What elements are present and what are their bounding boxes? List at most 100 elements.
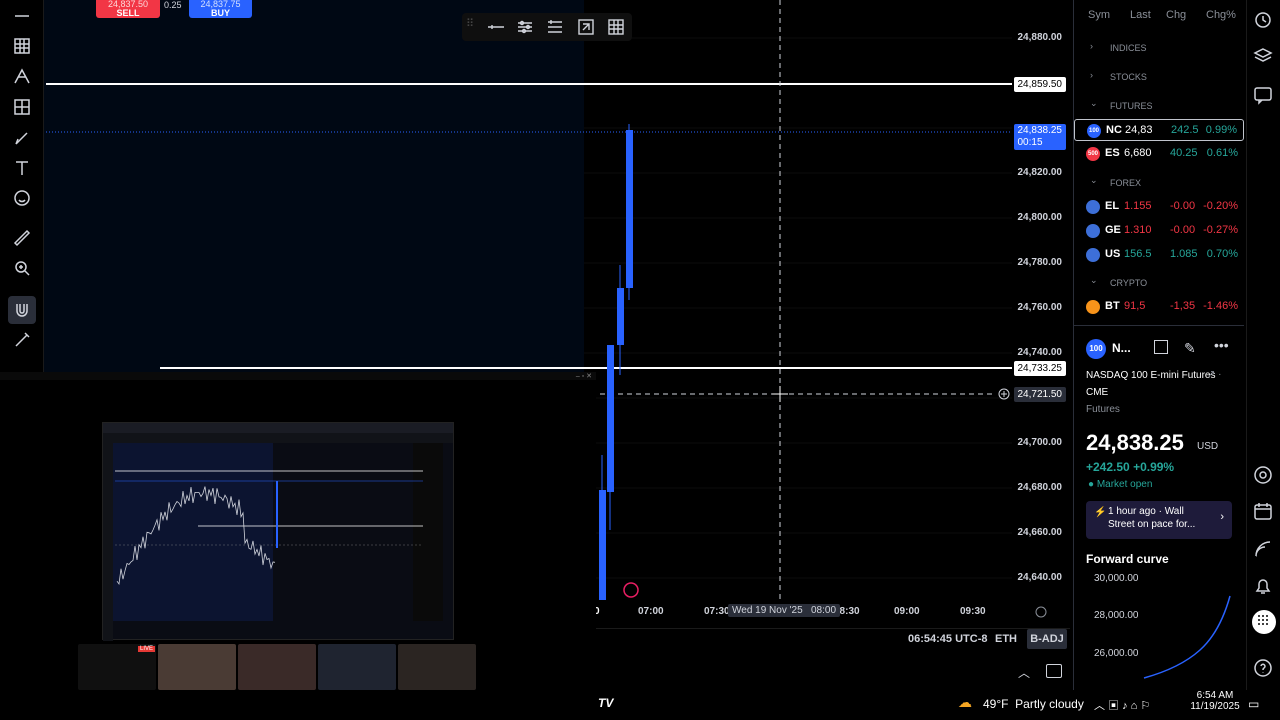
tradingview-logo-icon[interactable]: TV: [598, 696, 613, 710]
watchlist-row-es[interactable]: 500 ES 6,680 40.25 0.61%: [1074, 143, 1244, 165]
buy-price: 24,837.75: [200, 0, 241, 9]
watchlist-row-gbp[interactable]: GE 1.310 -0.00 -0.27%: [1074, 220, 1244, 242]
line-tool-icon[interactable]: [486, 17, 508, 37]
taskbar-clock[interactable]: 6:54 AM 11/19/2025: [1190, 690, 1240, 712]
weather-widget[interactable]: 49°F Partly cloudy: [983, 697, 1084, 711]
trendline-icon[interactable]: [8, 62, 36, 90]
section-forex[interactable]: FOREX: [1110, 178, 1141, 188]
list-icon[interactable]: [545, 17, 567, 37]
curve-tick: 30,000.00: [1094, 573, 1139, 584]
stream-overlay-window[interactable]: – ▫ ✕ LIVE: [0, 372, 596, 720]
ruler-icon[interactable]: [8, 224, 36, 252]
col-header-chg[interactable]: Chg: [1166, 9, 1186, 21]
chevron-down-icon[interactable]: ⌄: [1090, 98, 1098, 109]
menu-icon[interactable]: [8, 2, 36, 30]
more-icon[interactable]: •••: [1214, 337, 1229, 353]
tray-icons[interactable]: ︿ ▣ ♪ ⌂ ⚐: [1094, 697, 1150, 713]
text-icon[interactable]: [8, 154, 36, 182]
time-tick: 07:30: [704, 606, 730, 617]
live-thumbnail[interactable]: LIVE: [78, 644, 156, 690]
section-stocks[interactable]: STOCKS: [1110, 72, 1147, 82]
drag-handle-icon[interactable]: ⠿: [466, 17, 488, 37]
weather-icon[interactable]: ☁: [958, 694, 972, 711]
last-price-tail: 8.25: [1141, 430, 1184, 455]
camera-thumbnail[interactable]: [158, 644, 236, 690]
watchlist-row-usd[interactable]: US 156.5 1.085 0.70%: [1074, 244, 1244, 266]
grid-icon[interactable]: [606, 17, 628, 37]
watchlist-row-nq[interactable]: 100 NC 24,83 242.5 0.99%: [1074, 119, 1244, 141]
pattern-icon[interactable]: [8, 93, 36, 121]
alarm-clock-icon[interactable]: [1252, 8, 1276, 32]
window-controls-icon[interactable]: – ▫ ✕: [576, 372, 592, 380]
row-last: 91,5: [1124, 300, 1146, 312]
line-price-badge-upper: 24,859.50: [1013, 77, 1066, 92]
chat-icon[interactable]: [1252, 84, 1276, 108]
lock-drawing-icon[interactable]: [8, 326, 36, 354]
chevron-right-icon[interactable]: ›: [1090, 41, 1093, 51]
row-chg: -0.00: [1170, 224, 1196, 236]
crosshair-time: 08:00: [811, 605, 837, 616]
col-header-symbol[interactable]: Sym: [1088, 9, 1110, 21]
instrument-name[interactable]: NASDAQ 100 E-mini Futures: [1086, 370, 1216, 381]
time-tick: 07:00: [638, 606, 664, 617]
layout-icon[interactable]: [1154, 340, 1168, 354]
row-chg: -0.00: [1170, 200, 1196, 212]
watchlist-row-btc[interactable]: BT 91,5 -1,35 -1.46%: [1074, 296, 1244, 318]
last-price: 24,838.25: [1086, 430, 1184, 456]
section-futures[interactable]: FUTURES: [1110, 101, 1153, 111]
magnet-icon[interactable]: [8, 296, 36, 324]
news-separator: ·: [1158, 506, 1162, 517]
settings-sliders-icon[interactable]: [515, 17, 537, 37]
row-symbol: EL: [1105, 200, 1120, 212]
candle-body: [617, 288, 624, 345]
back-adjust-toggle[interactable]: B-ADJ: [1027, 629, 1067, 649]
flag-icon: [1086, 248, 1100, 262]
help-icon[interactable]: [1252, 657, 1276, 681]
symbol-logo-icon: 500: [1086, 147, 1100, 161]
sell-button[interactable]: 24,837.50 SELL: [96, 0, 160, 18]
price-tick: 24,640.00: [1017, 572, 1063, 583]
section-indices[interactable]: INDICES: [1110, 43, 1147, 53]
edit-icon[interactable]: ✎: [1184, 340, 1196, 357]
forward-curve-title[interactable]: Forward curve: [1086, 552, 1169, 566]
overlay-titlebar[interactable]: – ▫ ✕: [0, 372, 596, 380]
brush-icon[interactable]: [8, 124, 36, 152]
camera-thumbnail[interactable]: [318, 644, 396, 690]
chevron-down-icon[interactable]: ⌄: [1090, 275, 1098, 286]
details-symbol[interactable]: N...: [1112, 341, 1131, 355]
chevron-up-icon[interactable]: ︿: [1018, 664, 1030, 681]
emoji-icon[interactable]: [8, 184, 36, 212]
chevron-right-icon[interactable]: ›: [1090, 70, 1093, 80]
bell-icon[interactable]: [1252, 575, 1276, 599]
sell-label: SELL: [116, 8, 140, 18]
mini-chart-screenshot: [102, 422, 454, 641]
maximize-icon[interactable]: [1046, 664, 1062, 678]
layers-icon[interactable]: [1252, 46, 1276, 70]
apps-grid-icon[interactable]: [1252, 610, 1276, 634]
chevron-down-icon[interactable]: ⌄: [1090, 175, 1098, 186]
dividend-event-icon: [623, 582, 639, 598]
row-pct: 0.99%: [1205, 124, 1237, 136]
calendar-icon[interactable]: [1252, 500, 1276, 524]
camera-thumbnail[interactable]: [398, 644, 476, 690]
crosshair-icon[interactable]: [8, 32, 36, 60]
panel-divider: [1074, 325, 1244, 326]
target-icon[interactable]: [1252, 464, 1276, 488]
news-card[interactable]: ⚡ 1 hour ago · Wall Street on pace for..…: [1086, 501, 1232, 539]
broadcast-icon[interactable]: [1252, 538, 1276, 562]
col-header-chg-pct[interactable]: Chg%: [1206, 9, 1236, 21]
row-pct: -1.46%: [1203, 300, 1238, 312]
layout-icon[interactable]: [576, 17, 598, 37]
camera-thumbnail[interactable]: [238, 644, 316, 690]
external-link-icon[interactable]: ↗ ·: [1207, 369, 1222, 380]
col-header-last[interactable]: Last: [1130, 9, 1151, 21]
session-toggle[interactable]: ETH: [995, 633, 1017, 645]
zoom-icon[interactable]: [8, 254, 36, 282]
notifications-icon[interactable]: ▭: [1248, 697, 1259, 711]
market-status-text: Market open: [1096, 479, 1153, 490]
watchlist-row-eur[interactable]: EL 1.155 -0.00 -0.20%: [1074, 196, 1244, 218]
price-tick: 24,760.00: [1017, 302, 1063, 313]
chart-clock[interactable]: 06:54:45 UTC-8: [908, 633, 987, 645]
buy-button[interactable]: 24,837.75 BUY: [189, 0, 252, 18]
section-crypto[interactable]: CRYPTO: [1110, 278, 1147, 288]
